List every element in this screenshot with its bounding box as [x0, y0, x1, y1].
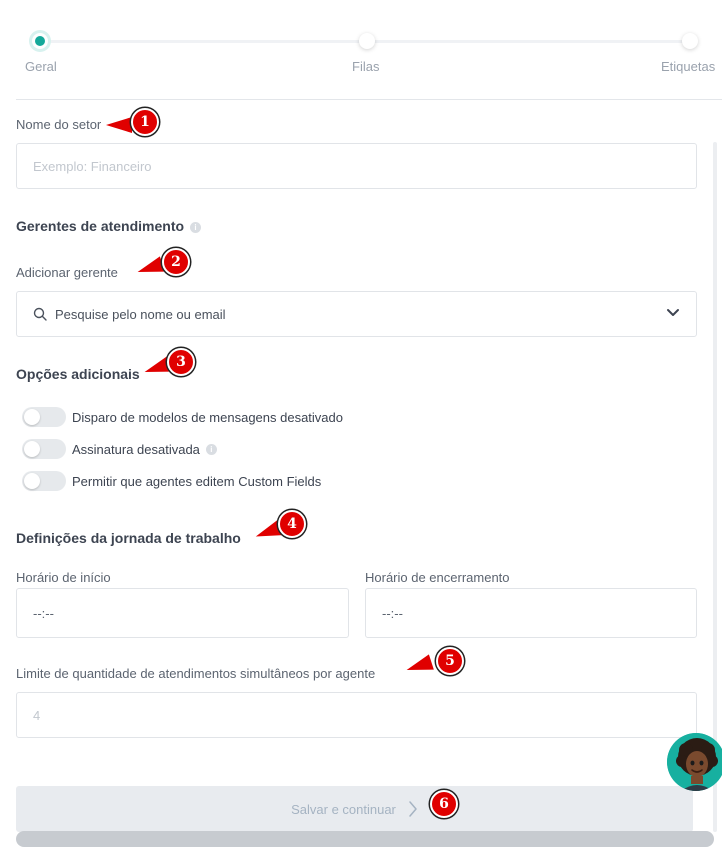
step-dot-filas[interactable]	[359, 33, 375, 49]
sector-name-input[interactable]: Exemplo: Financeiro	[16, 143, 697, 189]
step-label-geral[interactable]: Geral	[25, 59, 57, 74]
manager-search-select[interactable]: Pesquise pelo nome ou email	[16, 291, 697, 337]
managers-title-text: Gerentes de atendimento	[16, 218, 185, 234]
annotation-badge-1: 1	[131, 108, 159, 136]
annotation-badge-6: 6	[430, 790, 458, 818]
support-chat-avatar[interactable]	[667, 733, 722, 791]
step-dot-geral[interactable]	[32, 33, 48, 49]
limit-input[interactable]: 4	[16, 692, 697, 738]
signature-toggle[interactable]	[22, 439, 66, 459]
info-icon[interactable]: i	[190, 221, 202, 233]
templates-toggle[interactable]	[22, 407, 66, 427]
toggle-row-templates: Disparo de modelos de mensagens desativa…	[22, 406, 343, 428]
info-icon[interactable]: i	[205, 443, 217, 455]
toggle-row-signature: Assinatura desativada i	[22, 438, 217, 460]
save-continue-label: Salvar e continuar	[291, 801, 396, 817]
add-manager-label: Adicionar gerente	[16, 265, 118, 280]
toggle-row-custom-fields: Permitir que agentes editem Custom Field…	[22, 470, 321, 492]
sector-name-placeholder: Exemplo: Financeiro	[33, 158, 152, 174]
header-divider	[16, 99, 722, 100]
options-title: Opções adicionais	[16, 366, 140, 382]
step-connector	[368, 40, 690, 43]
custom-fields-toggle[interactable]	[22, 471, 66, 491]
end-time-label: Horário de encerramento	[365, 570, 510, 585]
custom-fields-toggle-label: Permitir que agentes editem Custom Field…	[72, 473, 322, 489]
start-time-input[interactable]: --:--	[16, 588, 349, 638]
annotation-pointer	[135, 256, 165, 280]
search-icon	[33, 307, 47, 321]
avatar-face-icon	[667, 733, 722, 791]
signature-toggle-label: Assinatura desativada	[72, 441, 200, 457]
workday-title: Definições da jornada de trabalho	[16, 530, 241, 546]
sector-name-label: Nome do setor	[16, 117, 102, 132]
scrollbar[interactable]	[713, 142, 717, 832]
annotation-badge-5: 5	[436, 647, 464, 675]
manager-search-placeholder: Pesquise pelo nome ou email	[55, 306, 226, 322]
start-time-value: --:--	[33, 605, 54, 621]
start-time-label: Horário de início	[16, 570, 111, 585]
step-dot-etiquetas[interactable]	[682, 33, 698, 49]
horizontal-scrollbar[interactable]	[16, 831, 714, 847]
stepper: Geral Filas Etiquetas	[0, 0, 722, 100]
templates-toggle-label: Disparo de modelos de mensagens desativa…	[72, 409, 344, 425]
step-connector	[42, 40, 366, 43]
step-label-filas[interactable]: Filas	[352, 59, 379, 74]
managers-title: Gerentes de atendimento i	[16, 218, 202, 234]
limit-value: 4	[33, 707, 41, 723]
end-time-input[interactable]: --:--	[365, 588, 697, 638]
save-continue-button[interactable]: Salvar e continuar	[16, 786, 693, 832]
end-time-value: --:--	[382, 605, 403, 621]
annotation-badge-2: 2	[162, 248, 190, 276]
chevron-down-icon[interactable]	[666, 308, 680, 318]
annotation-badge-3: 3	[167, 348, 195, 376]
annotation-badge-4: 4	[278, 510, 306, 538]
annotation-pointer	[106, 117, 132, 133]
step-label-etiquetas[interactable]: Etiquetas	[661, 59, 715, 74]
limit-label: Limite de quantidade de atendimentos sim…	[16, 666, 376, 681]
chevron-right-icon	[409, 801, 417, 817]
annotation-pointer	[404, 654, 434, 678]
